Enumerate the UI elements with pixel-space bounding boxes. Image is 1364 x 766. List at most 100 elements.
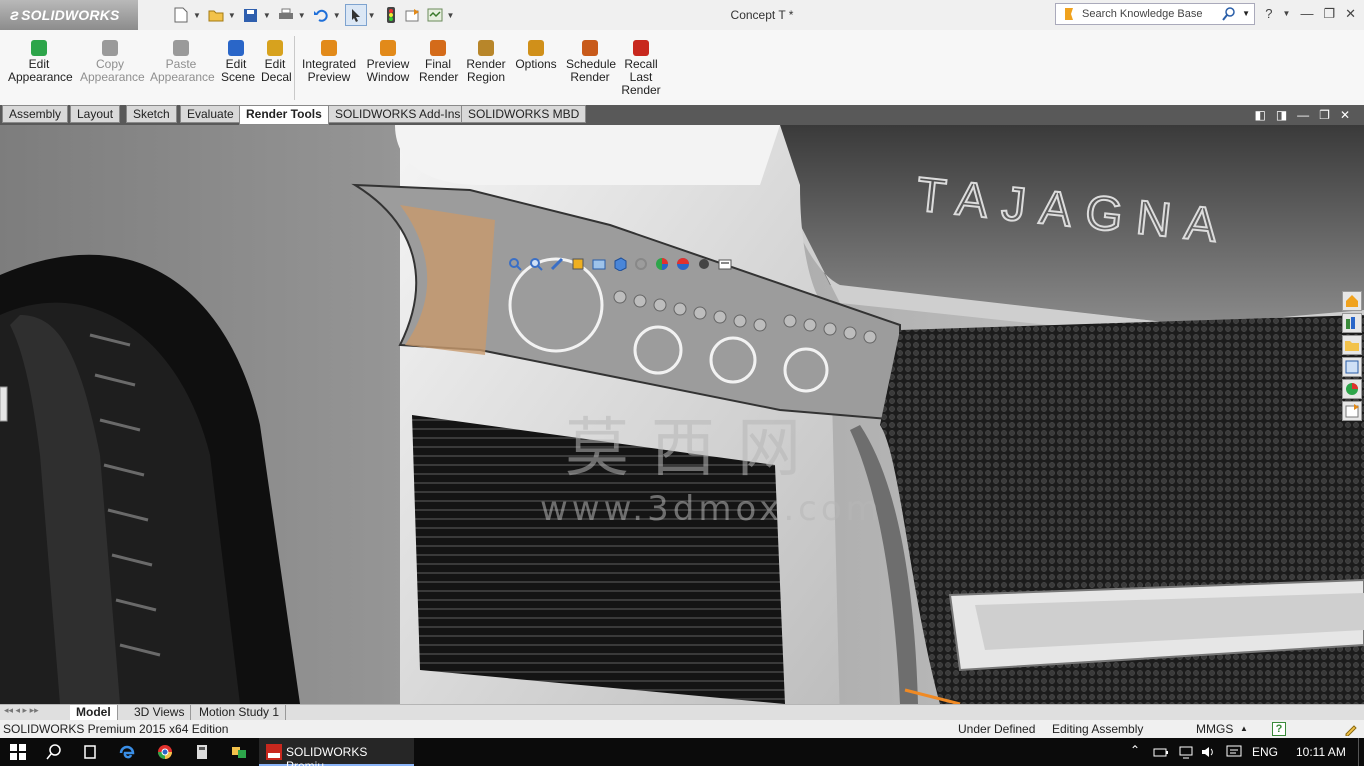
options-button[interactable]: Options	[514, 40, 558, 71]
tab-model[interactable]: Model	[70, 705, 118, 720]
help-icon[interactable]: ?	[1265, 6, 1272, 22]
recall-last-render-button[interactable]: Recall Last Render	[620, 40, 662, 97]
select-arrow-icon[interactable]	[344, 4, 367, 26]
ribbon-button-label: Integrated Preview	[302, 57, 357, 84]
ds-logo-icon: ƨ	[10, 7, 20, 24]
search-knowledge-base[interactable]: Search Knowledge Base ▼	[1055, 3, 1255, 25]
copy-appearance-button[interactable]: Copy Appearance	[80, 40, 145, 84]
search-icon[interactable]	[46, 744, 62, 760]
taskbar-solidworks-app[interactable]: SOLIDWORKS Premiu...	[259, 738, 414, 766]
open-folder-icon[interactable]	[205, 4, 227, 26]
solidworks-resources-icon[interactable]	[1342, 291, 1362, 311]
chevron-up-icon[interactable]: ▲	[1240, 720, 1248, 738]
paste-appearance-button[interactable]: Paste Appearance	[150, 40, 215, 84]
chevron-down-icon[interactable]: ▼	[333, 11, 341, 20]
minimize-icon[interactable]: —	[1297, 108, 1309, 122]
edit-decal-button[interactable]: Edit Decal	[261, 40, 292, 84]
tab-evaluate[interactable]: Evaluate	[180, 105, 241, 123]
chevron-down-icon[interactable]: ▼	[368, 11, 376, 20]
truck-front-model[interactable]: TAJAGNA 莫西网 www.3dmox.com	[0, 125, 1364, 704]
options-icon[interactable]	[424, 4, 446, 26]
tab-motion-study-1[interactable]: Motion Study 1	[193, 705, 287, 720]
ribbon-button-label: Copy Appearance	[80, 57, 145, 84]
paste-appearance-icon	[173, 40, 189, 56]
power-icon[interactable]	[1153, 744, 1169, 760]
network-icon[interactable]	[1178, 744, 1194, 760]
help-icon[interactable]: ?	[1272, 722, 1286, 736]
chrome-icon[interactable]	[157, 744, 173, 760]
screen-capture-icon[interactable]	[718, 257, 732, 271]
final-render-button[interactable]: Final Render	[419, 40, 458, 84]
edit-appearance-button[interactable]: Edit Appearance	[8, 40, 73, 84]
close-icon[interactable]: ✕	[1345, 6, 1356, 22]
print-icon[interactable]	[275, 4, 297, 26]
windows-start-icon[interactable]	[10, 744, 26, 760]
render-region-button[interactable]: Render Region	[466, 40, 506, 84]
restore-icon[interactable]: ❐	[1319, 108, 1330, 122]
show-desktop-button[interactable]	[1358, 738, 1364, 766]
action-center-icon[interactable]	[1226, 744, 1242, 760]
section-view-icon[interactable]	[571, 257, 585, 271]
new-document-icon[interactable]	[170, 4, 192, 26]
appearances-scenes-decals-icon[interactable]	[1342, 379, 1362, 399]
chevron-down-icon[interactable]: ▼	[1242, 9, 1250, 18]
preview-window-button[interactable]: Preview Window	[366, 40, 410, 84]
previous-view-icon[interactable]: ◧	[1254, 108, 1265, 122]
input-language[interactable]: ENG	[1252, 745, 1278, 759]
restore-icon[interactable]: ❐	[1323, 6, 1335, 22]
unit-system[interactable]: MMGS	[1196, 720, 1233, 738]
tab-solidworks-add-ins[interactable]: SOLIDWORKS Add-Ins	[328, 105, 468, 123]
feature-manager-toggle[interactable]	[0, 386, 8, 422]
task-pane-tabs	[1342, 291, 1364, 421]
tab-solidworks-mbd[interactable]: SOLIDWORKS MBD	[461, 105, 587, 123]
view-settings-icon[interactable]	[697, 257, 711, 271]
calculator-icon[interactable]	[194, 744, 210, 760]
view-palette-icon[interactable]	[1342, 357, 1362, 377]
tab-3d-views[interactable]: 3D Views	[128, 705, 192, 720]
chevron-down-icon[interactable]: ▼	[193, 11, 201, 20]
volume-icon[interactable]	[1200, 744, 1216, 760]
chevron-down-icon[interactable]: ▼	[447, 11, 455, 20]
tab-assembly[interactable]: Assembly	[2, 105, 69, 123]
zoom-to-area-icon[interactable]	[529, 257, 543, 271]
solidworks-logo[interactable]: ƨ SOLIDWORKS	[0, 0, 138, 30]
edit-appearance-icon[interactable]	[655, 257, 669, 271]
search-icon[interactable]	[1222, 7, 1236, 21]
ribbon-button-label: Edit Appearance	[8, 57, 73, 84]
save-icon[interactable]	[240, 4, 262, 26]
edit-scene-button[interactable]: Edit Scene	[221, 40, 255, 84]
graphics-area[interactable]: TAJAGNA 莫西网 www.3dmox.com	[0, 125, 1364, 704]
view-orientation-icon[interactable]	[613, 257, 627, 271]
previous-view-icon[interactable]	[550, 257, 564, 271]
tab-layout[interactable]: Layout	[70, 105, 121, 123]
system-clock[interactable]: 10:11 AM	[1296, 745, 1346, 759]
schedule-render-button[interactable]: Schedule Render	[566, 40, 616, 84]
integrated-preview-button[interactable]: Integrated Preview	[302, 40, 356, 84]
file-properties-icon[interactable]	[402, 4, 424, 26]
close-icon[interactable]: ✕	[1340, 108, 1350, 122]
design-library-icon[interactable]	[1342, 313, 1362, 333]
zoom-to-fit-icon[interactable]	[508, 257, 522, 271]
minimize-icon[interactable]: —	[1300, 6, 1313, 22]
undo-icon[interactable]	[310, 4, 332, 26]
chevron-down-icon[interactable]: ▼	[263, 11, 271, 20]
definition-status: Under Defined	[958, 722, 1036, 736]
file-explorer-icon[interactable]	[1342, 335, 1362, 355]
chevron-down-icon[interactable]: ▼	[1283, 6, 1291, 22]
chevron-up-icon[interactable]: ⌃	[1130, 743, 1140, 757]
rebuild-traffic-light-icon[interactable]	[380, 4, 402, 26]
task-view-icon[interactable]	[82, 744, 98, 760]
edge-browser-icon[interactable]	[119, 744, 135, 760]
tab-sketch[interactable]: Sketch	[126, 105, 177, 123]
custom-properties-icon[interactable]	[1342, 401, 1362, 421]
sticky-app-icon[interactable]	[231, 744, 247, 760]
tab-render-tools[interactable]: Render Tools	[239, 105, 329, 125]
tab-scroll-arrows-icon[interactable]: ◂◂ ◂ ▸ ▸▸	[4, 705, 39, 716]
dynamic-annotation-icon[interactable]	[592, 257, 606, 271]
display-style-icon[interactable]	[634, 257, 648, 271]
chevron-down-icon[interactable]: ▼	[298, 11, 306, 20]
apply-scene-icon[interactable]	[676, 257, 690, 271]
search-input[interactable]: Search Knowledge Base	[1082, 8, 1202, 20]
chevron-down-icon[interactable]: ▼	[228, 11, 236, 20]
next-view-icon[interactable]: ◨	[1276, 108, 1287, 122]
